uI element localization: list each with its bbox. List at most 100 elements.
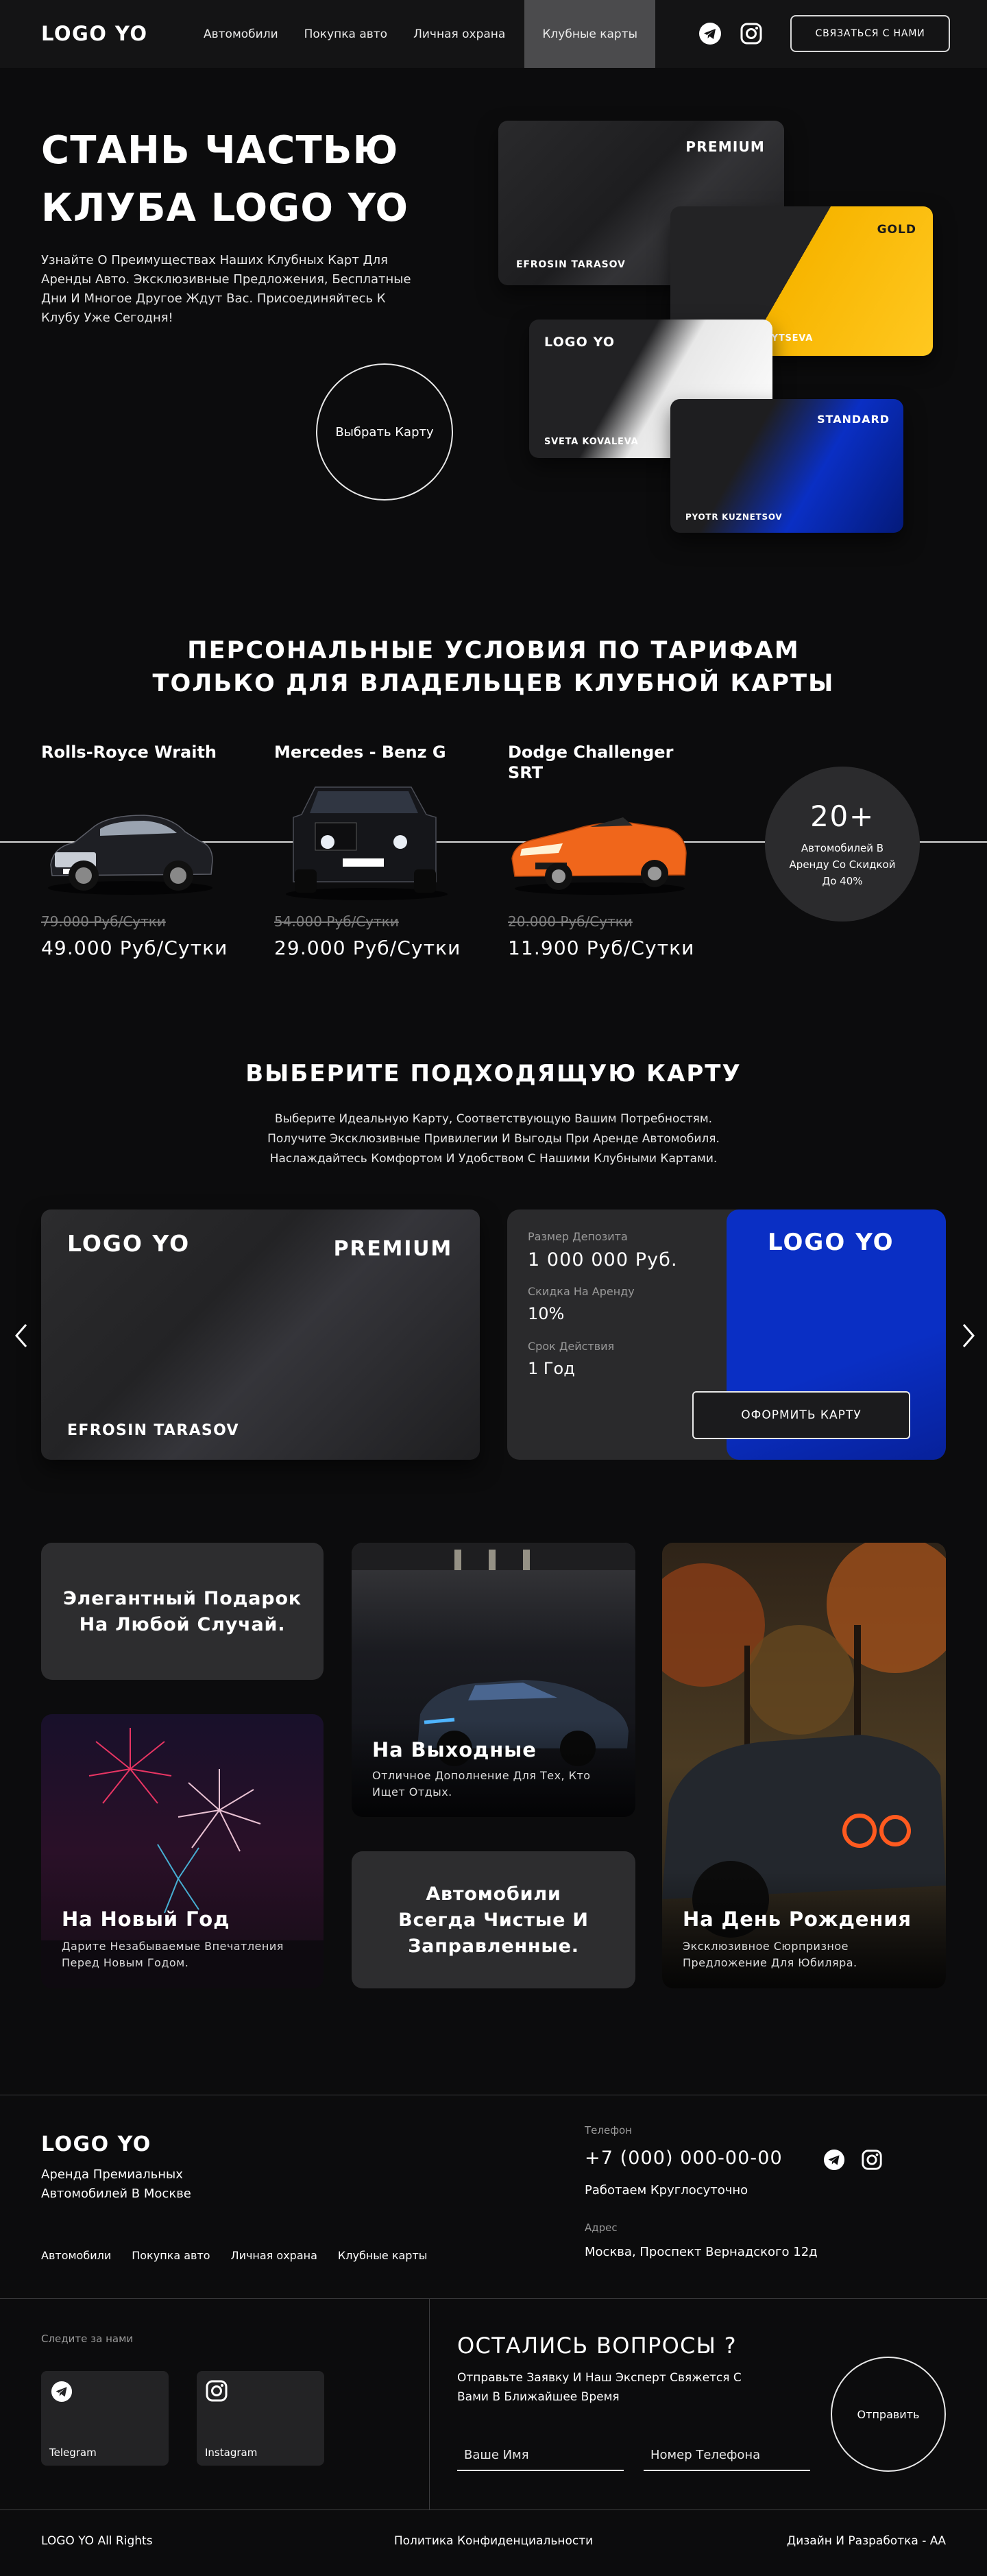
gift-tile: Элегантный Подарок На Любой Случай. [41,1543,324,1680]
footer-instagram-icon[interactable] [861,2149,883,2171]
card-holder: EFROSIN TARASOV [67,1422,239,1439]
birthday-title: На День Рождения [683,1907,912,1931]
old-price-dodge: 20.000 Руб/Сутки [508,913,633,930]
birthday-text: Эксклюзивное Сюрпризное Предложение Для … [683,1940,857,1969]
instagram-card[interactable]: Instagram [197,2371,324,2466]
clean-cars-text: Автомобили Всегда Чистые И Заправленные. [398,1883,589,1957]
footer-mid-divider [0,2298,987,2299]
telegram-card-icon [51,2381,73,2405]
footer-nav-club-cards[interactable]: Клубные карты [338,2249,428,2262]
choose-title: ВЫБЕРИТЕ ПОДХОДЯЩУЮ КАРТУ [245,1060,742,1087]
card-tier: STANDARD [817,413,890,426]
instagram-card-icon [205,2379,228,2405]
design-credit[interactable]: Дизайн И Разработка - АА [787,2534,946,2548]
order-card-button[interactable]: ОФОРМИТЬ КАРТУ [692,1391,910,1439]
weekend-title: На Выходные [372,1738,537,1761]
birthday-tile[interactable]: На День Рождения Эксклюзивное Сюрпризное… [662,1543,946,1988]
card-holder: PYOTR KUZNETSOV [685,512,783,522]
card-tier: PREMIUM [333,1237,452,1261]
card-tier: GOLD [877,223,916,237]
questions-title: ОСТАЛИСЬ ВОПРОСЫ ? [457,2333,737,2359]
nav-cars[interactable]: Автомобили [204,27,278,41]
newyear-text: Дарите Незабываемые Впечатления Перед Но… [62,1940,284,1969]
hero-text: Узнайте О Преимуществах Наших Клубных Ка… [41,253,411,325]
name-input[interactable]: Ваше Имя [457,2435,624,2471]
footer-nav: Автомобили Покупка авто Личная охрана Кл… [41,2249,427,2262]
tariffs-title: ПЕРСОНАЛЬНЫЕ УСЛОВИЯ ПО ТАРИФАМ ТОЛЬКО Д… [0,634,987,700]
weekend-text: Отличное Дополнение Для Тех, Кто Ищет От… [372,1769,591,1798]
newyear-tile[interactable]: На Новый Год Дарите Незабываемые Впечатл… [41,1714,324,1988]
phone-input[interactable]: Номер Телефона [644,2435,810,2471]
discount-label: Скидка На Аренду [528,1285,635,1298]
discount-value: 10% [528,1304,565,1323]
clean-cars-tile: Автомобили Всегда Чистые И Заправленные. [352,1851,635,1988]
nav-club-cards[interactable]: Клубные карты [524,0,656,68]
gift-text: Элегантный Подарок На Любой Случай. [63,1588,302,1635]
footer-nav-buy-car[interactable]: Покупка авто [132,2249,210,2262]
site-header: LOGO YO Автомобили Покупка авто Личная о… [0,0,987,68]
card-logo: LOGO YO [67,1230,191,1257]
new-price-dodge: 11.900 Руб/Сутки [508,937,695,959]
main-nav: Автомобили Покупка авто Личная охрана Кл… [204,0,681,68]
badge-text: Автомобилей В Аренду Со Скидкой До 40% [789,842,896,887]
choose-text-line3: Наслаждайтесь Комфортом И Удобством С На… [269,1152,718,1166]
badge-number: 20+ [810,799,875,833]
card-holder: EFROSIN TARASOV [516,259,626,270]
telegram-icon[interactable] [698,21,722,46]
footer-tagline: Аренда Премиальных Автомобилей В Москве [41,2167,191,2201]
term-value: 1 Год [528,1359,575,1378]
hero-title: СТАНЬ ЧАСТЬЮ КЛУБА LOGO YO [41,122,409,237]
card-tier: LOGO YO [544,335,616,350]
working-hours: Работаем Круглосуточно [585,2183,748,2198]
choose-card-button[interactable]: Выбрать Карту [316,363,453,501]
footer-nav-security[interactable]: Личная охрана [231,2249,317,2262]
prev-arrow-icon[interactable] [11,1322,32,1349]
car-name-rolls: Rolls-Royce Wraith [41,743,217,762]
orange-car-image [508,795,692,901]
phone-label: Телефон [585,2124,633,2136]
old-price-mercedes: 54.000 Руб/Сутки [274,913,399,930]
footer-bottom-divider [0,2509,987,2510]
new-price-mercedes: 29.000 Руб/Сутки [274,937,461,959]
telegram-card[interactable]: Telegram [41,2371,169,2466]
footer-nav-cars[interactable]: Автомобили [41,2249,111,2262]
nav-buy-car[interactable]: Покупка авто [304,27,387,41]
blue-card-logo: LOGO YO [768,1229,894,1256]
choose-text: Выберите Идеальную Карту, Соответствующу… [0,1109,987,1169]
hero-title-line2: КЛУБА LOGO YO [41,186,409,230]
address-value: Москва, Проспект Вернадского 12д [585,2245,818,2259]
tariffs-title-line1: ПЕРСОНАЛЬНЫЕ УСЛОВИЯ ПО ТАРИФАМ [187,637,800,664]
footer-logo[interactable]: LOGO YO [41,2132,151,2156]
term-label: Срок Действия [528,1340,615,1353]
telegram-label: Telegram [49,2446,97,2459]
weekend-tile[interactable]: На Выходные Отличное Дополнение Для Тех,… [352,1543,635,1817]
nav-security[interactable]: Личная охрана [413,27,505,41]
discount-badge: 20+ Автомобилей В Аренду Со Скидкой До 4… [765,767,920,922]
send-button[interactable]: Отправить [831,2357,946,2472]
rolls-royce-image [41,784,219,903]
follow-label: Следите за нами [41,2333,134,2345]
new-price-rolls: 49.000 Руб/Сутки [41,937,228,959]
standard-card: STANDARD PYOTR KUZNETSOV [670,399,903,533]
instagram-label: Instagram [205,2446,258,2459]
contact-us-button[interactable]: СВЯЗАТЬСЯ С НАМИ [790,15,950,52]
hero-title-line1: СТАНЬ ЧАСТЬЮ [41,128,399,173]
phone-number[interactable]: +7 (000) 000-00-00 [585,2147,783,2169]
instagram-icon[interactable] [739,21,764,46]
header-logo[interactable]: LOGO YO [41,22,147,45]
deposit-label: Размер Депозита [528,1230,628,1243]
tariffs-title-line2: ТОЛЬКО ДЛЯ ВЛАДЕЛЬЦЕВ КЛУБНОЙ КАРТЫ [152,670,835,697]
old-price-rolls: 79.000 Руб/Сутки [41,913,166,930]
deposit-value: 1 000 000 Руб. [528,1249,678,1271]
next-arrow-icon[interactable] [958,1322,979,1349]
footer-telegram-icon[interactable] [823,2149,845,2171]
car-name-mercedes: Mercedes - Benz G [274,743,446,762]
address-label: Адрес [585,2222,618,2234]
card-holder: SVETA KOVALEVA [544,437,639,447]
choose-text-line2: Получите Эксклюзивные Привилегии И Выгод… [267,1132,720,1146]
premium-card-large[interactable]: LOGO YO PREMIUM EFROSIN TARASOV [41,1209,480,1460]
card-details-panel: LOGO YO Размер Депозита 1 000 000 Руб. С… [507,1209,946,1460]
card-tier: PREMIUM [685,139,765,155]
car-name-dodge: Dodge Challenger SRT [508,743,674,782]
newyear-title: На Новый Год [62,1907,230,1931]
